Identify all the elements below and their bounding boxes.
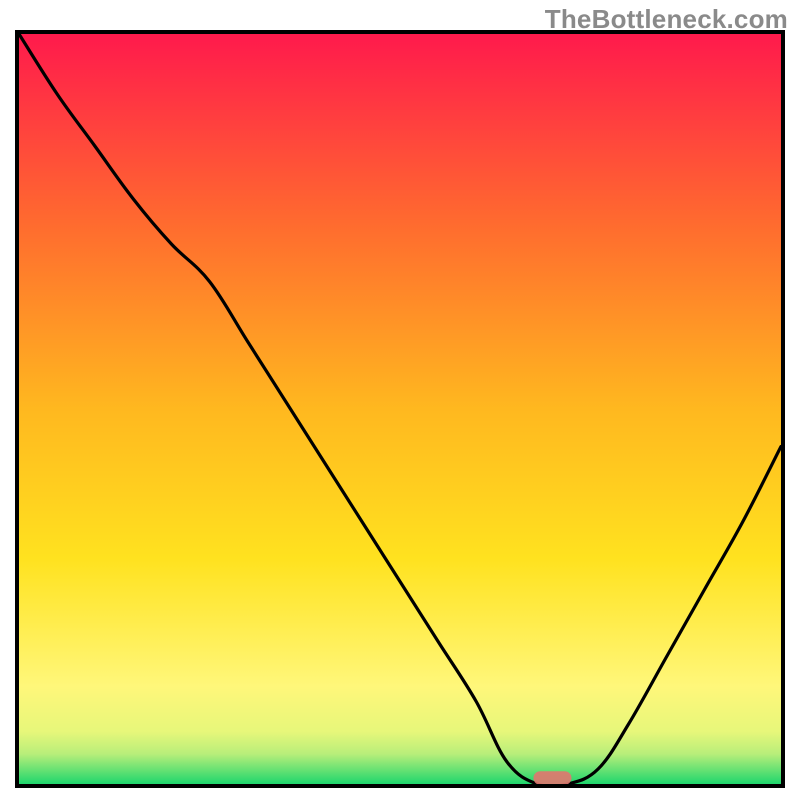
watermark-text: TheBottleneck.com [545, 4, 788, 35]
optimal-marker [533, 771, 571, 784]
chart-svg [19, 34, 781, 784]
chart-frame: TheBottleneck.com [0, 0, 800, 800]
plot-area [15, 30, 785, 788]
gradient-background [19, 34, 781, 784]
